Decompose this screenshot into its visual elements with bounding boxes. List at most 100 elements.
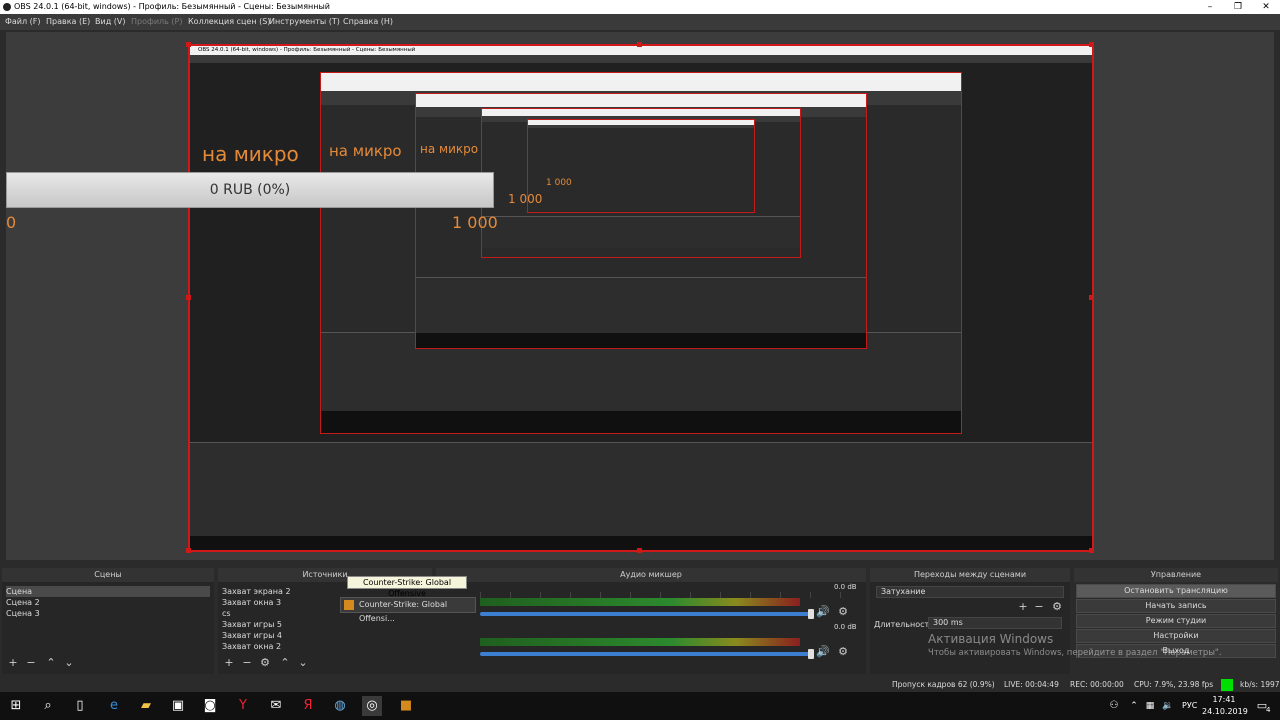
studio-mode-button[interactable]: Режим студии [1076, 614, 1276, 628]
add-source-button[interactable]: + [222, 656, 236, 670]
menu-scene-collection[interactable]: Коллекция сцен (S) [188, 14, 270, 30]
gear-icon[interactable]: ⚙ [258, 656, 272, 670]
people-icon[interactable]: ⚇ [1104, 696, 1124, 716]
controls-dock-title: Управление [1074, 568, 1278, 582]
windows-start-icon[interactable]: ⊞ [6, 696, 26, 716]
scene-item[interactable]: Сцена 2 [6, 597, 40, 608]
nested-capture-4 [527, 119, 755, 213]
store-icon[interactable]: ▣ [168, 696, 188, 716]
minimize-button[interactable]: – [1196, 0, 1224, 14]
mic-label-small: на микро [420, 142, 479, 156]
gear-icon[interactable]: ⚙ [836, 645, 850, 659]
move-source-up-button[interactable]: ⌃ [278, 656, 292, 670]
gear-icon[interactable]: ⚙ [1050, 600, 1064, 614]
mic-label-medium: на микро [329, 142, 402, 160]
volume-knob-2[interactable] [808, 649, 814, 659]
move-scene-down-button[interactable]: ⌄ [62, 656, 76, 670]
volume-slider-1[interactable] [480, 612, 814, 616]
volume-slider-2[interactable] [480, 652, 814, 656]
source-item[interactable]: Захват окна 2 [222, 641, 281, 652]
app-icon[interactable]: ◙ [200, 696, 220, 716]
resize-handle-tr[interactable] [1089, 42, 1094, 47]
yandex-browser-icon[interactable]: Y [233, 696, 253, 716]
task-view-icon[interactable]: ▯ [70, 696, 90, 716]
menu-file[interactable]: Файл (F) [5, 14, 41, 30]
mail-icon[interactable]: ✉ [266, 696, 286, 716]
clock-time[interactable]: 17:41 [1202, 695, 1246, 704]
speaker-icon[interactable]: 🔊 [816, 605, 830, 619]
menu-tools[interactable]: Инструменты (T) [269, 14, 340, 30]
volume-knob-1[interactable] [808, 609, 814, 619]
bitrate: kb/s: 1997 [1240, 680, 1280, 689]
volume-icon[interactable]: 🔉 [1158, 696, 1178, 716]
resize-handle-t[interactable] [637, 42, 642, 47]
scene-item[interactable]: Сцена [6, 586, 210, 597]
add-scene-button[interactable]: + [6, 656, 20, 670]
nested-capture-3 [481, 108, 801, 258]
sources-dock: Захват экрана 2 Захват окна 3 cs Захват … [218, 582, 338, 674]
remove-source-button[interactable]: − [240, 656, 254, 670]
dragged-source-card[interactable]: Counter-Strike: Global Offensi... [340, 597, 476, 623]
csgo-taskbar-icon[interactable]: ■ [396, 696, 416, 716]
notification-count: 4 [1266, 706, 1271, 714]
audio-meter-1 [480, 598, 800, 606]
start-recording-button[interactable]: Начать запись [1076, 599, 1276, 613]
resize-handle-bl[interactable] [186, 548, 191, 553]
transitions-dock: Затухание + − ⚙ Длительность 300 ms [870, 582, 1070, 674]
search-icon[interactable]: ⌕ [38, 696, 58, 716]
language-indicator[interactable]: РУС [1182, 701, 1197, 710]
menu-edit[interactable]: Правка (E) [46, 14, 90, 30]
channel1-db: 0.0 dB [834, 583, 857, 591]
move-scene-up-button[interactable]: ⌃ [44, 656, 58, 670]
source-item[interactable]: Захват игры 5 [222, 619, 282, 630]
resize-handle-br[interactable] [1089, 548, 1094, 553]
maximize-button[interactable]: ❐ [1224, 0, 1252, 14]
scenes-dock: Сцена Сцена 2 Сцена 3 + − ⌃ ⌄ [2, 582, 214, 674]
resize-handle-b[interactable] [637, 548, 642, 553]
resize-handle-tl[interactable] [186, 42, 191, 47]
goal-end-label: 1 000 [452, 213, 498, 232]
activation-subtitle: Чтобы активировать Windows, перейдите в … [928, 648, 1222, 658]
source-item[interactable]: Захват игры 4 [222, 630, 282, 641]
cpu-usage: CPU: 7.9%, 23.98 fps [1134, 680, 1214, 689]
yandex-icon[interactable]: Я [298, 696, 318, 716]
remove-scene-button[interactable]: − [24, 656, 38, 670]
scene-item[interactable]: Сцена 3 [6, 608, 40, 619]
channel2-db: 0.0 dB [834, 623, 857, 631]
mic-label-large: на микро [202, 142, 299, 166]
nested-window-title: OBS 24.0.1 (64-bit, windows) - Профиль: … [190, 46, 1092, 55]
windows-taskbar: ⊞ ⌕ ▯ e ▰ ▣ ◙ Y ✉ Я ◍ ◎ ■ ⚇ ⌃ ▦ 🔉 РУС 17… [0, 692, 1280, 720]
gear-icon[interactable]: ⚙ [836, 605, 850, 619]
source-item[interactable]: Захват экрана 2 [222, 586, 291, 597]
preview-canvas[interactable]: OBS 24.0.1 (64-bit, windows) - Профиль: … [188, 44, 1094, 552]
duration-label: Длительность [874, 620, 934, 629]
transitions-dock-title: Переходы между сценами [870, 568, 1070, 582]
source-item[interactable]: Захват окна 3 [222, 597, 281, 608]
dropped-frames: Пропуск кадров 62 (0.9%) [892, 680, 995, 689]
speaker-icon[interactable]: 🔊 [816, 645, 830, 659]
obs-taskbar-icon[interactable]: ◎ [362, 696, 382, 716]
transition-select[interactable]: Затухание [876, 586, 1064, 598]
menu-view[interactable]: Вид (V) [95, 14, 125, 30]
resize-handle-l[interactable] [186, 295, 191, 300]
settings-button[interactable]: Настройки [1076, 629, 1276, 643]
source-item[interactable]: cs [222, 608, 231, 619]
status-bar: Пропуск кадров 62 (0.9%) LIVE: 00:04:49 … [0, 678, 1280, 692]
folder-icon[interactable]: ▰ [136, 696, 156, 716]
audio-meter-2 [480, 638, 800, 646]
menu-help[interactable]: Справка (H) [343, 14, 393, 30]
stop-stream-button[interactable]: Остановить трансляцию [1076, 584, 1276, 598]
steam-icon[interactable]: ◍ [330, 696, 350, 716]
network-icon[interactable]: ▦ [1140, 696, 1160, 716]
move-source-down-button[interactable]: ⌄ [296, 656, 310, 670]
clock-date[interactable]: 24.10.2019 [1202, 707, 1248, 716]
source-tooltip: Counter-Strike: Global Offensive [347, 576, 467, 598]
close-button[interactable]: ✕ [1252, 0, 1280, 14]
resize-handle-r[interactable] [1089, 295, 1094, 300]
edge-icon[interactable]: e [104, 696, 124, 716]
menu-profile[interactable]: Профиль (P) [131, 14, 182, 30]
scenes-dock-title: Сцены [2, 568, 214, 582]
add-transition-button[interactable]: + [1016, 600, 1030, 614]
remove-transition-button[interactable]: − [1032, 600, 1046, 614]
duration-field[interactable]: 300 ms [928, 617, 1062, 629]
